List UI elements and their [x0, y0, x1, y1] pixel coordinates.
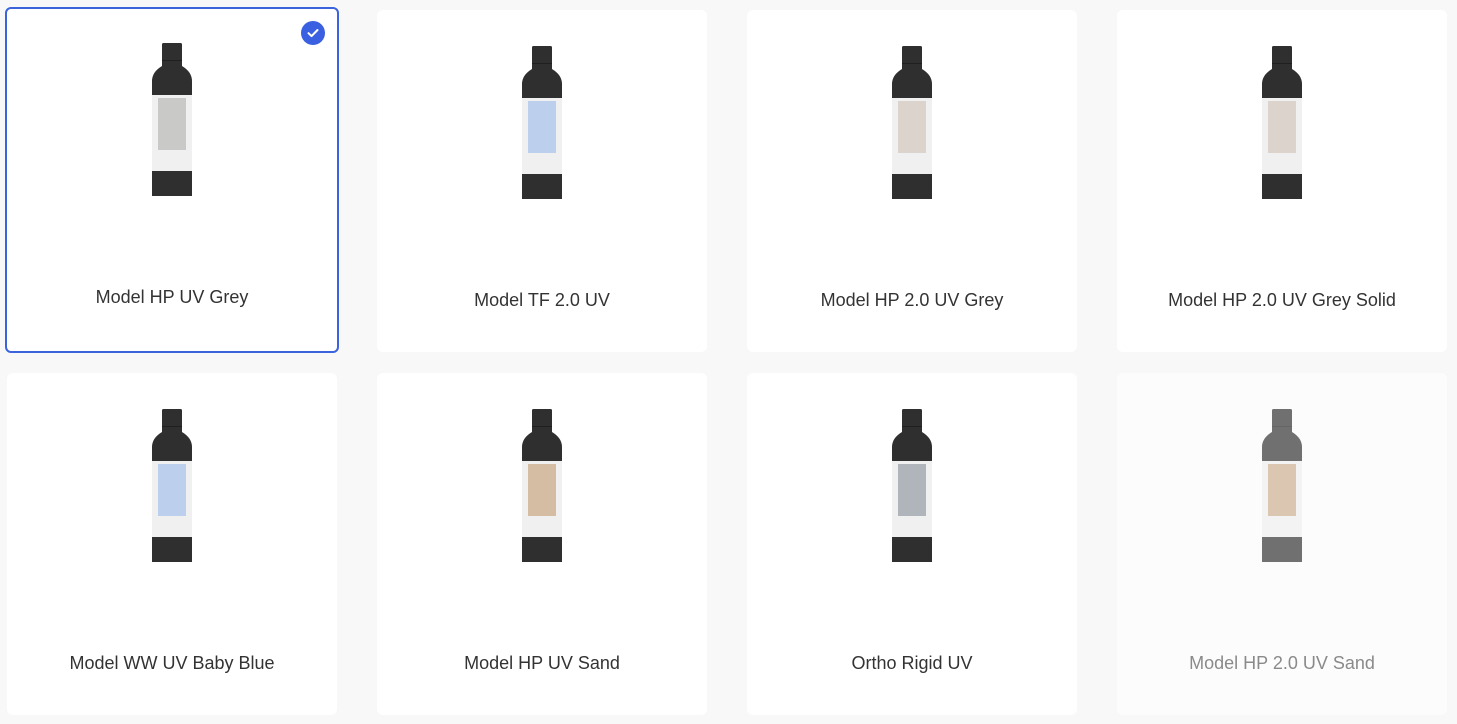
material-name: Model HP 2.0 UV Grey Solid [1168, 290, 1396, 310]
resin-bottle-icon [152, 43, 192, 196]
resin-bottle-icon [1262, 46, 1302, 199]
material-card[interactable]: Model HP 2.0 UV Grey [747, 10, 1077, 352]
resin-bottle-icon [522, 46, 562, 199]
material-card: Model HP 2.0 UV Sand [1117, 373, 1447, 715]
material-name: Model TF 2.0 UV [474, 290, 610, 310]
check-circle-icon [301, 21, 325, 45]
material-card[interactable]: Model HP UV Sand [377, 373, 707, 715]
material-card[interactable]: Model TF 2.0 UV [377, 10, 707, 352]
resin-bottle-icon [1262, 409, 1302, 562]
material-card[interactable]: Model HP 2.0 UV Grey Solid [1117, 10, 1447, 352]
material-name: Model HP UV Sand [464, 653, 620, 673]
resin-bottle-icon [892, 409, 932, 562]
material-name: Model HP 2.0 UV Sand [1189, 653, 1375, 673]
material-card[interactable]: Ortho Rigid UV [747, 373, 1077, 715]
resin-bottle-icon [522, 409, 562, 562]
material-name: Ortho Rigid UV [851, 653, 973, 673]
resin-bottle-icon [892, 46, 932, 199]
material-card[interactable]: Model HP UV Grey [5, 7, 339, 353]
material-name: Model WW UV Baby Blue [69, 653, 275, 673]
material-card[interactable]: Model WW UV Baby Blue [7, 373, 337, 715]
resin-bottle-icon [152, 409, 192, 562]
material-name: Model HP UV Grey [95, 287, 249, 307]
material-grid: Model HP UV Grey Model TF 2.0 UV Model H… [0, 0, 1457, 724]
material-name: Model HP 2.0 UV Grey [820, 290, 1004, 310]
